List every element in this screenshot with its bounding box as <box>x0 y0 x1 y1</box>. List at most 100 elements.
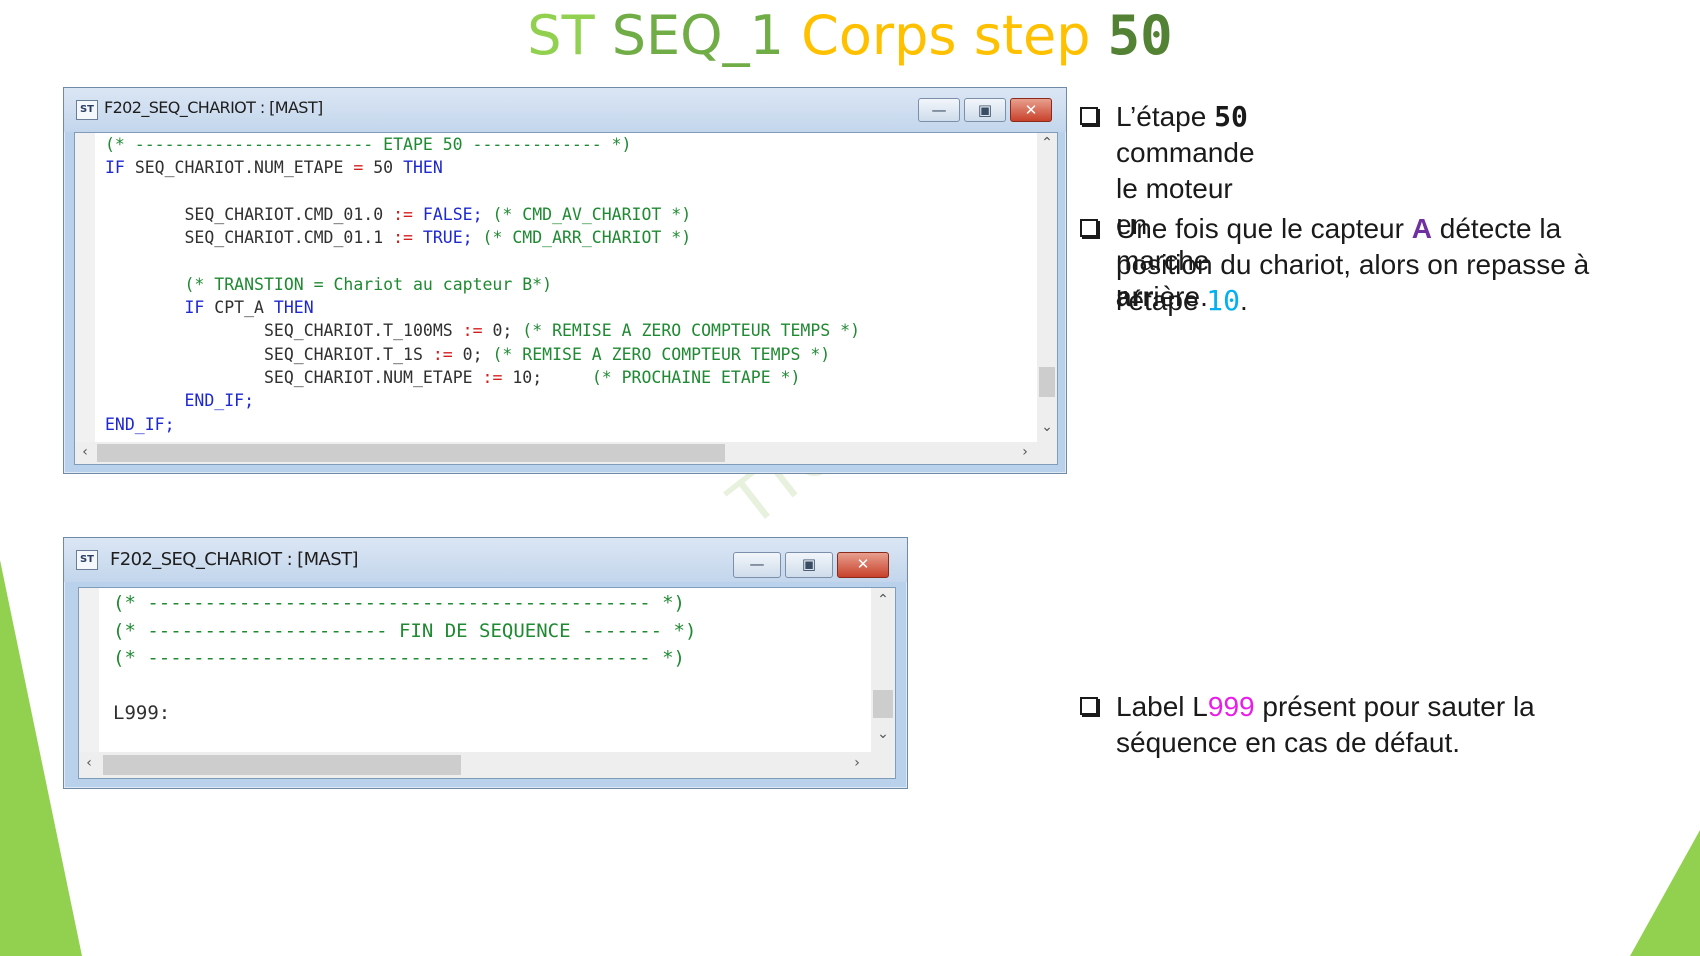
close-button[interactable]: ✕ <box>1010 98 1052 122</box>
title-step-number: 50 <box>1107 4 1173 67</box>
scrollbar-thumb[interactable] <box>873 690 893 718</box>
code-value: 0; <box>462 344 483 364</box>
code-operator: := <box>482 367 503 387</box>
editor-gutter <box>79 588 99 778</box>
checkbox-bullet-icon <box>1080 219 1098 237</box>
scroll-left-icon[interactable]: ‹ <box>75 444 95 460</box>
right-green-decoration <box>1630 830 1700 956</box>
code-operator: := <box>432 344 453 364</box>
bullet-sensor-name: A <box>1411 213 1432 244</box>
bullet-step-number: 50 <box>1214 100 1248 133</box>
bullet-text-part: détecte la <box>1431 213 1562 244</box>
close-icon: ✕ <box>856 555 870 573</box>
code-keyword: IF <box>184 298 205 318</box>
window-title: F202_SEQ_CHARIOT : [MAST] <box>110 549 358 570</box>
code-value: TRUE; <box>422 228 473 248</box>
window-titlebar[interactable]: ST F202_SEQ_CHARIOT : [MAST] — ▣ ✕ <box>64 88 1066 132</box>
maximize-button[interactable]: ▣ <box>964 98 1006 122</box>
scroll-down-icon[interactable]: ⌄ <box>873 726 893 742</box>
code-editor[interactable]: (* -------------------------------------… <box>78 587 896 779</box>
scroll-up-icon[interactable]: ⌃ <box>873 592 893 608</box>
maximize-icon: ▣ <box>977 101 993 119</box>
title-seq: SEQ_1 <box>611 4 784 67</box>
code-keyword: IF <box>105 158 125 178</box>
bullet-label-number: 999 <box>1207 691 1255 722</box>
code-operator: = <box>353 158 364 178</box>
code-label: L999: <box>113 702 171 724</box>
code-variable: CPT_A <box>214 298 264 318</box>
code-value: 0; <box>492 321 513 341</box>
code-value: 10; <box>512 367 543 387</box>
bullet-text-part: l’étape <box>1116 285 1207 316</box>
code-comment: (* TRANSTION = Chariot au capteur B*) <box>184 274 553 294</box>
code-keyword: THEN <box>273 298 314 318</box>
bullet-text-part: L’étape <box>1116 101 1215 132</box>
code-text: (* -------------------------------------… <box>113 590 696 728</box>
window-title: F202_SEQ_CHARIOT : [MAST] <box>104 98 323 117</box>
close-button[interactable]: ✕ <box>837 552 889 578</box>
code-text: (* ------------------------ ETAPE 50 ---… <box>105 133 860 436</box>
code-variable: SEQ_CHARIOT.CMD_01.0 <box>184 204 384 224</box>
checkbox-bullet-icon <box>1080 107 1098 125</box>
maximize-button[interactable]: ▣ <box>785 552 833 578</box>
checkbox-bullet-icon <box>1080 697 1098 715</box>
bullet-text: Une fois que le capteur A détecte la pos… <box>1116 211 1676 319</box>
editor-gutter <box>75 133 95 464</box>
title-corps: Corps step <box>801 4 1091 67</box>
horizontal-scrollbar[interactable]: ‹ › <box>79 752 895 778</box>
bullet-text-part: . <box>1240 285 1248 316</box>
st-app-icon: ST <box>76 550 98 570</box>
bullet-text-part: Une fois que le capteur <box>1116 213 1412 244</box>
code-keyword: END_IF; <box>184 391 255 411</box>
code-variable: SEQ_CHARIOT.T_100MS <box>263 321 453 341</box>
code-comment: (* REMISE A ZERO COMPTEUR TEMPS *) <box>522 321 861 341</box>
title-st: ST <box>527 4 595 67</box>
scrollbar-thumb[interactable] <box>103 755 461 775</box>
code-variable: SEQ_CHARIOT.NUM_ETAPE <box>263 367 473 387</box>
code-keyword: END_IF; <box>105 414 175 434</box>
close-icon: ✕ <box>1024 101 1038 119</box>
scrollbar-thumb[interactable] <box>97 444 725 462</box>
bullet-text: Label L999 présent pour sauter la séquen… <box>1116 689 1676 761</box>
scrollbar-thumb[interactable] <box>1039 367 1055 397</box>
code-operator: := <box>462 321 483 341</box>
vertical-scrollbar[interactable]: ⌃ ⌄ <box>871 588 895 752</box>
code-comment: (* --------------------- FIN DE SEQUENCE… <box>113 619 697 642</box>
code-comment: (* -------------------------------------… <box>113 592 685 614</box>
bullet-text-part: Label L <box>1116 691 1208 722</box>
vertical-scrollbar[interactable]: ⌃ ⌄ <box>1037 133 1057 442</box>
window-titlebar[interactable]: ST F202_SEQ_CHARIOT : [MAST] — ▣ ✕ <box>64 538 907 582</box>
code-comment: (* PROCHAINE ETAPE *) <box>591 367 801 387</box>
code-comment: (* ------------------------ ETAPE 50 ---… <box>105 135 632 154</box>
code-variable: SEQ_CHARIOT.T_1S <box>263 344 423 364</box>
code-operator: := <box>393 228 413 248</box>
code-value: FALSE; <box>422 204 483 224</box>
code-keyword: THEN <box>403 158 443 178</box>
code-comment: (* REMISE A ZERO COMPTEUR TEMPS *) <box>492 344 831 364</box>
scroll-right-icon[interactable]: › <box>847 755 867 771</box>
code-value: 50 <box>373 158 394 178</box>
bullet-text-part: séquence en cas de défaut. <box>1116 727 1461 758</box>
bullet-text-part: présent pour sauter la <box>1254 691 1535 722</box>
minimize-button[interactable]: — <box>918 98 960 122</box>
code-operator: := <box>393 204 413 224</box>
bullet-step-number: 10 <box>1206 284 1241 317</box>
code-comment: (* -------------------------------------… <box>113 647 685 669</box>
code-window-step50: ST F202_SEQ_CHARIOT : [MAST] — ▣ ✕ (* --… <box>63 87 1067 474</box>
minimize-button[interactable]: — <box>733 552 781 578</box>
scroll-down-icon[interactable]: ⌄ <box>1037 419 1057 435</box>
st-app-icon: ST <box>76 100 98 120</box>
slide-title: ST SEQ_1 Corps step 50 <box>0 4 1700 67</box>
code-comment: (* CMD_AV_CHARIOT *) <box>492 204 692 224</box>
code-editor[interactable]: (* ------------------------ ETAPE 50 ---… <box>74 132 1058 465</box>
scroll-left-icon[interactable]: ‹ <box>79 755 99 771</box>
bullet-text-part: position du chariot, alors on repasse à <box>1116 249 1590 280</box>
scroll-up-icon[interactable]: ⌃ <box>1037 135 1057 151</box>
code-variable: SEQ_CHARIOT.NUM_ETAPE <box>134 158 344 178</box>
code-comment: (* CMD_ARR_CHARIOT *) <box>482 228 692 248</box>
code-variable: SEQ_CHARIOT.CMD_01.1 <box>184 228 384 248</box>
minimize-icon: — <box>931 101 947 119</box>
code-window-end-sequence: ST F202_SEQ_CHARIOT : [MAST] — ▣ ✕ (* --… <box>63 537 908 789</box>
horizontal-scrollbar[interactable]: ‹ › <box>75 442 1057 464</box>
scroll-right-icon[interactable]: › <box>1015 444 1035 460</box>
